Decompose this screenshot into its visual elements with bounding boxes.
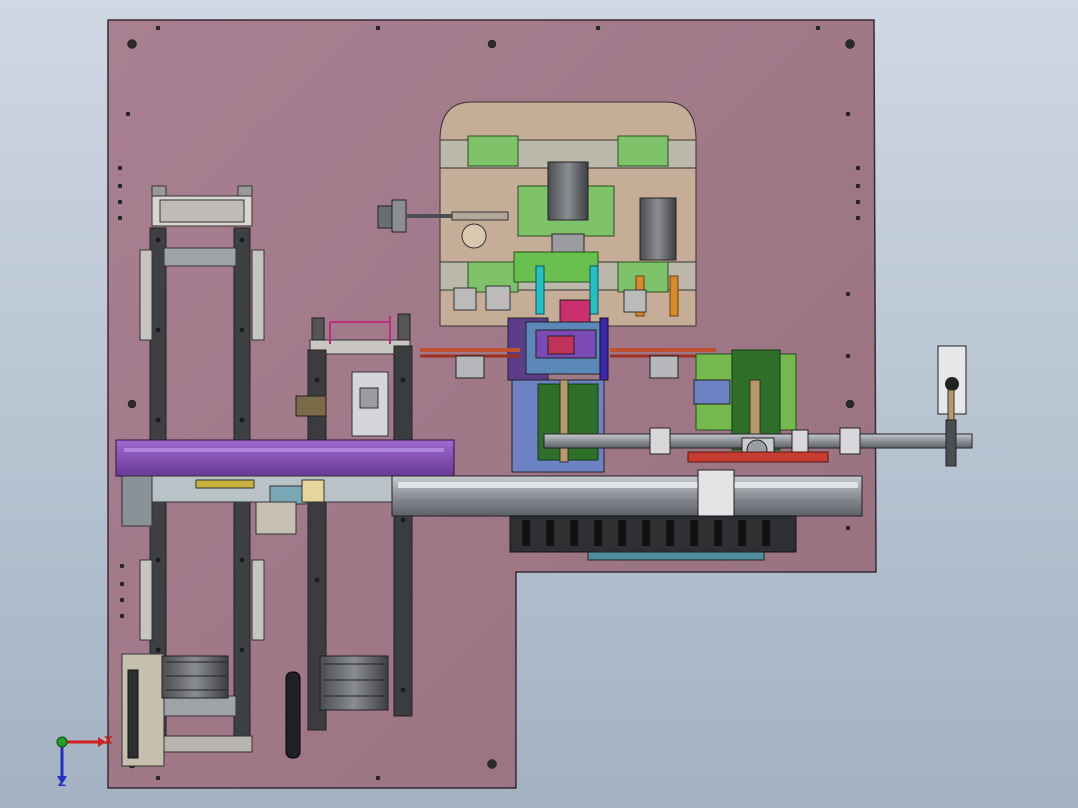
cad-viewport[interactable]: X Z <box>0 0 1078 808</box>
axis-z-label: Z <box>58 776 66 789</box>
axis-x-label: X <box>104 734 113 747</box>
machine-assembly-drawing <box>56 19 973 789</box>
